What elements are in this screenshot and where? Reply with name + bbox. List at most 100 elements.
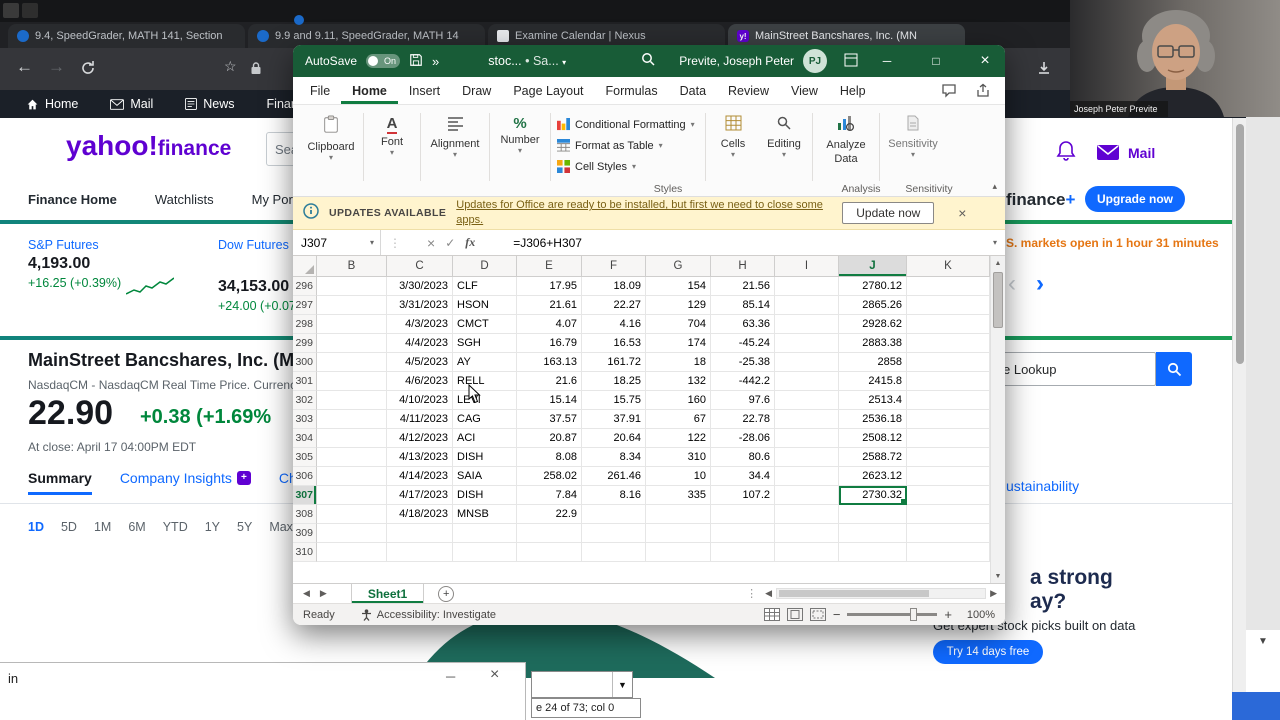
cell-J304[interactable]: 2508.12 [839,429,907,448]
scroll-down-icon[interactable]: ▼ [1258,636,1268,647]
cell-D306[interactable]: SAIA [453,467,517,486]
dropdown-combobox[interactable]: ▼ [531,671,633,698]
cell-F306[interactable]: 261.46 [582,467,646,486]
conditional-formatting-button[interactable]: Conditional Formatting ▾ [553,114,703,135]
cell-C304[interactable]: 4/12/2023 [387,429,453,448]
nav-home[interactable]: Home [26,97,78,111]
quote-lookup-search-button[interactable] [1156,352,1192,386]
row-header-306[interactable]: 306 [293,467,317,486]
maximize-button[interactable]: □ [916,45,956,77]
cell-D298[interactable]: CMCT [453,315,517,334]
row-header-300[interactable]: 300 [293,353,317,372]
row-header-299[interactable]: 299 [293,334,317,353]
cancel-entry-icon[interactable]: × [427,235,435,251]
search-icon[interactable] [641,52,656,70]
row-header-296[interactable]: 296 [293,277,317,296]
cell-H307[interactable]: 107.2 [711,486,775,505]
cell-I305[interactable] [775,448,839,467]
cell-D304[interactable]: ACI [453,429,517,448]
cell-K307[interactable] [907,486,990,505]
autosave-toggle[interactable]: On [366,54,401,68]
cell-G303[interactable]: 67 [646,410,711,429]
cell-E306[interactable]: 258.02 [517,467,582,486]
cell-J308[interactable] [839,505,907,524]
collapse-ribbon-icon[interactable]: ▴ [992,181,997,192]
range-1m[interactable]: 1M [94,520,111,534]
dow-futures-label[interactable]: Dow Futures [218,238,296,252]
cell-B302[interactable] [317,391,387,410]
ribbon-group-alignment[interactable]: Alignment ▾ [423,109,487,159]
cell-B296[interactable] [317,277,387,296]
cell-C296[interactable]: 3/30/2023 [387,277,453,296]
cell-D303[interactable]: CAG [453,410,517,429]
cell-E302[interactable]: 15.14 [517,391,582,410]
sensitivity-button[interactable]: Sensitivity ▾ [882,109,944,159]
row-header-308[interactable]: 308 [293,505,317,524]
cell-K301[interactable] [907,372,990,391]
cell-C303[interactable]: 4/11/2023 [387,410,453,429]
cell-E301[interactable]: 21.6 [517,372,582,391]
cell-H296[interactable]: 21.56 [711,277,775,296]
cell-F296[interactable]: 18.09 [582,277,646,296]
bookmark-icon[interactable]: ☆ [224,58,237,75]
cell-D307[interactable]: DISH [453,486,517,505]
hscroll-thumb[interactable] [779,590,930,597]
accessibility-status[interactable]: Accessibility: Investigate [361,609,496,621]
scroll-up-icon[interactable]: ▲ [991,256,1005,270]
row-header-298[interactable]: 298 [293,315,317,334]
cell-D297[interactable]: HSON [453,296,517,315]
close-button[interactable]: × [965,45,1005,77]
cell-I297[interactable] [775,296,839,315]
cell-F305[interactable]: 8.34 [582,448,646,467]
cell-K297[interactable] [907,296,990,315]
update-now-button[interactable]: Update now [842,202,935,224]
cell-K300[interactable] [907,353,990,372]
cell-E296[interactable]: 17.95 [517,277,582,296]
minimize-icon[interactable]: ─ [446,669,455,684]
cell-B297[interactable] [317,296,387,315]
sheet-next-icon[interactable]: ▶ [320,588,327,599]
range-6m[interactable]: 6M [128,520,145,534]
cell-K296[interactable] [907,277,990,296]
cell-I300[interactable] [775,353,839,372]
cell-K309[interactable] [907,524,990,543]
cell-B307[interactable] [317,486,387,505]
cell-B303[interactable] [317,410,387,429]
sp-futures-label[interactable]: S&P Futures [28,238,121,252]
cell-G307[interactable]: 335 [646,486,711,505]
promo-cta-button[interactable]: Try 14 days free [933,640,1043,664]
cell-J298[interactable]: 2928.62 [839,315,907,334]
menu-tab-draw[interactable]: Draw [451,77,502,104]
ribbon-display-options-icon[interactable] [844,53,858,70]
reload-icon[interactable] [80,60,96,81]
cell-J299[interactable]: 2883.38 [839,334,907,353]
cell-D308[interactable]: MNSB [453,505,517,524]
cell-K305[interactable] [907,448,990,467]
zoom-slider[interactable] [847,608,938,621]
menu-tab-file[interactable]: File [299,77,341,104]
row-header-304[interactable]: 304 [293,429,317,448]
cell-H305[interactable]: 80.6 [711,448,775,467]
cell-I303[interactable] [775,410,839,429]
cell-styles-button[interactable]: Cell Styles ▾ [553,156,703,177]
cell-J303[interactable]: 2536.18 [839,410,907,429]
cell-J309[interactable] [839,524,907,543]
cell-K304[interactable] [907,429,990,448]
formula-expression[interactable]: =J306+H307 [513,236,582,250]
banner-message[interactable]: Updates for Office are ready to be insta… [456,198,828,228]
new-sheet-button[interactable]: + [438,585,455,602]
cell-B309[interactable] [317,524,387,543]
scrollbar-thumb[interactable] [1236,124,1244,364]
cell-E299[interactable]: 16.79 [517,334,582,353]
row-header-303[interactable]: 303 [293,410,317,429]
menu-tab-formulas[interactable]: Formulas [595,77,669,104]
subnav-watchlists[interactable]: Watchlists [155,192,214,207]
sp-futures-block[interactable]: S&P Futures 4,193.00 +16.25 (+0.39%) [28,238,121,290]
cell-J297[interactable]: 2865.26 [839,296,907,315]
hscroll-left-icon[interactable]: ◀ [765,588,772,599]
dow-futures-block[interactable]: Dow Futures 34,153.00 +24.00 (+0.07 [218,238,296,313]
range-ytd[interactable]: YTD [163,520,188,534]
cell-G302[interactable]: 160 [646,391,711,410]
column-header-J[interactable]: J [839,256,907,277]
cell-I304[interactable] [775,429,839,448]
